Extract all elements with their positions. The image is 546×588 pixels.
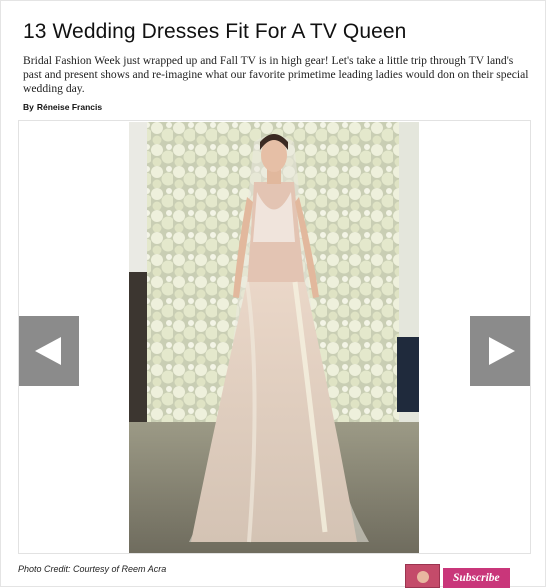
- previous-slide-button[interactable]: [19, 316, 79, 386]
- article-title: 13 Wedding Dresses Fit For A TV Queen: [23, 20, 407, 43]
- gallery-photo[interactable]: [129, 122, 419, 553]
- photo-credit: Photo Credit: Courtesy of Reem Acra: [18, 564, 167, 574]
- subscribe-button[interactable]: Subscribe: [443, 568, 510, 588]
- author-name[interactable]: Réneise Francis: [37, 102, 102, 112]
- magazine-cover-thumbnail[interactable]: [405, 564, 440, 588]
- article-page: 13 Wedding Dresses Fit For A TV Queen Br…: [0, 0, 546, 588]
- byline-prefix: By: [23, 102, 34, 112]
- subscribe-promo: Subscribe: [405, 564, 517, 588]
- cover-model-image: [417, 571, 429, 583]
- article-intro: Bridal Fashion Week just wrapped up and …: [23, 54, 529, 95]
- right-arrow-icon: [489, 337, 515, 365]
- next-slide-button[interactable]: [470, 316, 530, 386]
- wedding-dress-photo: [129, 122, 419, 553]
- photo-gallery: [18, 120, 531, 554]
- byline: By Réneise Francis: [23, 102, 102, 112]
- left-arrow-icon: [35, 337, 61, 365]
